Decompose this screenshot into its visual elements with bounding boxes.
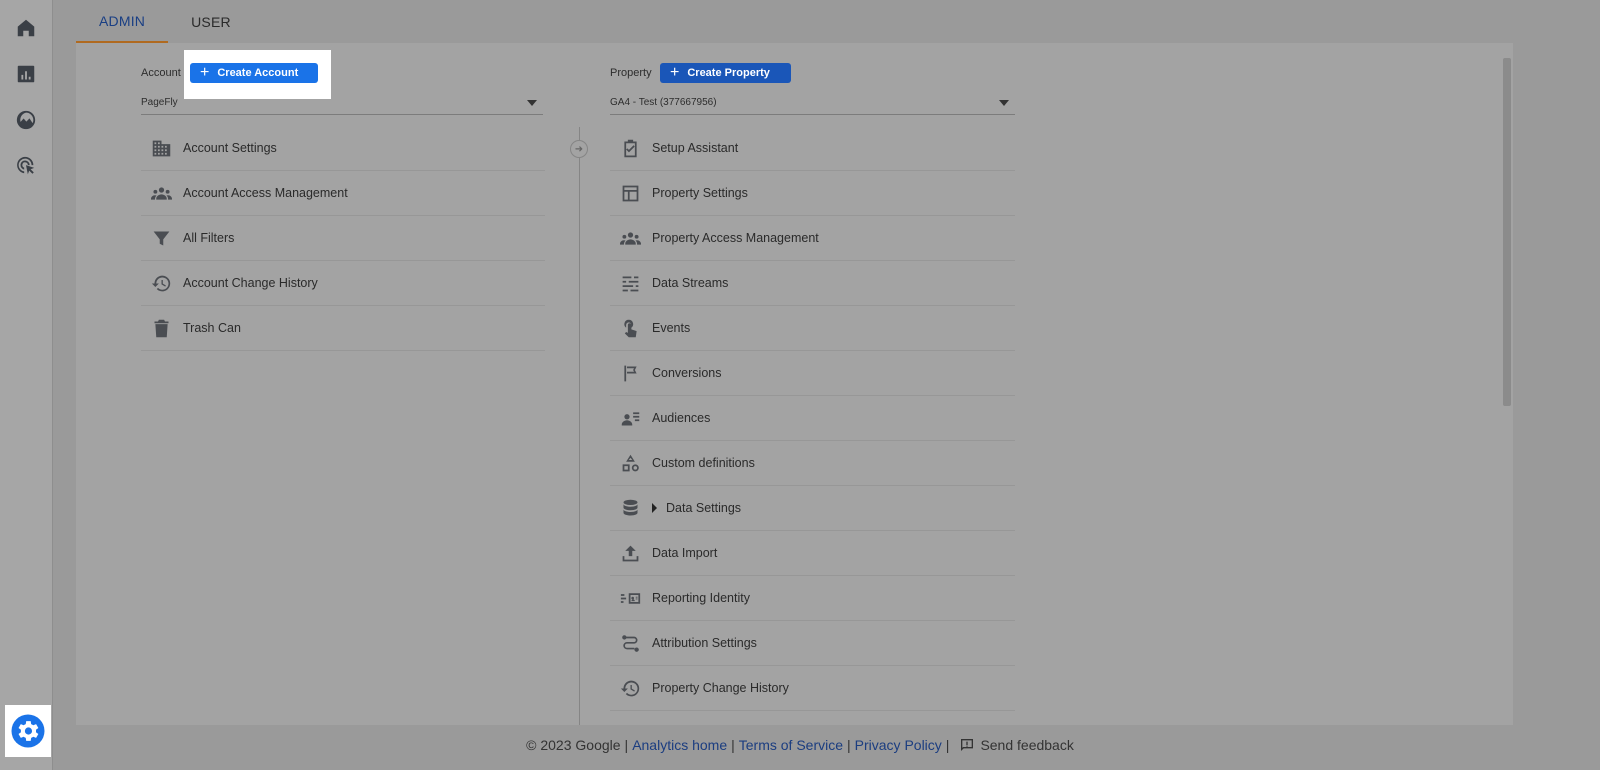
menu-item-label: Property Settings: [652, 186, 748, 200]
menu-item-label: Data Streams: [652, 276, 729, 290]
admin-tabs: ADMIN USER: [76, 0, 254, 43]
feedback-icon: [961, 739, 974, 751]
terms-link[interactable]: Terms of Service: [739, 737, 843, 753]
menu-item-label: Conversions: [652, 366, 722, 380]
flag-icon: [618, 361, 642, 385]
plus-icon: +: [670, 64, 680, 81]
attribution-settings-item[interactable]: Attribution Settings: [610, 621, 1015, 666]
layout-icon: [618, 181, 642, 205]
property-label: Property: [610, 67, 652, 79]
menu-item-label: Events: [652, 321, 691, 335]
dropdown-caret-icon: [527, 99, 537, 106]
analytics-home-link[interactable]: Analytics home: [632, 737, 727, 753]
menu-item-label: Data Import: [652, 546, 718, 560]
footer-separator: |: [624, 737, 629, 753]
dropdown-caret-icon: [999, 99, 1009, 106]
audience-icon: [618, 406, 642, 430]
setup-assistant-item[interactable]: Setup Assistant: [610, 126, 1015, 171]
menu-item-label: Audiences: [652, 411, 711, 425]
property-menu: Setup Assistant Property Settings Proper…: [610, 126, 1015, 711]
history-icon: [618, 676, 642, 700]
audiences-item[interactable]: Audiences: [610, 396, 1015, 441]
property-selector[interactable]: GA4 - Test (377667956): [610, 91, 1015, 115]
people-icon: [149, 181, 173, 205]
page-footer: © 2023 Google | Analytics home | Terms o…: [0, 737, 1600, 753]
menu-item-label: Reporting Identity: [652, 591, 750, 605]
account-change-history-item[interactable]: Account Change History: [141, 261, 545, 306]
trash-can-item[interactable]: Trash Can: [141, 306, 545, 351]
explore-icon[interactable]: [14, 108, 38, 132]
privacy-link[interactable]: Privacy Policy: [855, 737, 942, 753]
advertising-icon[interactable]: [14, 154, 38, 178]
filter-icon: [149, 226, 173, 250]
account-label: Account: [141, 67, 181, 79]
home-icon[interactable]: [14, 16, 38, 40]
account-selected-value: PageFly: [141, 97, 178, 108]
data-streams-item[interactable]: Data Streams: [610, 261, 1015, 306]
menu-item-label: Account Access Management: [183, 186, 348, 200]
upload-icon: [618, 541, 642, 565]
create-property-label: Create Property: [687, 67, 770, 79]
menu-item-label: Custom definitions: [652, 456, 755, 470]
property-access-item[interactable]: Property Access Management: [610, 216, 1015, 261]
property-selected-value: GA4 - Test (377667956): [610, 97, 717, 108]
panel-scrollbar[interactable]: [1503, 58, 1511, 406]
all-filters-item[interactable]: All Filters: [141, 216, 545, 261]
reports-icon[interactable]: [14, 62, 38, 86]
identity-icon: [618, 586, 642, 610]
conversions-item[interactable]: Conversions: [610, 351, 1015, 396]
create-account-button[interactable]: + Create Account: [190, 63, 318, 83]
menu-item-label: Setup Assistant: [652, 141, 739, 155]
menu-item-label: Data Settings: [666, 501, 742, 515]
menu-item-label: Account Settings: [183, 141, 277, 155]
menu-item-label: Attribution Settings: [652, 636, 757, 650]
plus-icon: +: [200, 64, 210, 81]
streams-icon: [618, 271, 642, 295]
account-settings-item[interactable]: Account Settings: [141, 126, 545, 171]
property-settings-item[interactable]: Property Settings: [610, 171, 1015, 216]
people-icon: [618, 226, 642, 250]
arrow-right-icon: ➜: [570, 140, 588, 158]
trash-icon: [149, 316, 173, 340]
property-change-history-item[interactable]: Property Change History: [610, 666, 1015, 711]
tab-user[interactable]: USER: [168, 0, 254, 43]
tab-admin[interactable]: ADMIN: [76, 0, 169, 43]
history-icon: [149, 271, 173, 295]
custom-definitions-item[interactable]: Custom definitions: [610, 441, 1015, 486]
reporting-identity-item[interactable]: Reporting Identity: [610, 576, 1015, 621]
data-settings-item[interactable]: Data Settings: [610, 486, 1015, 531]
menu-item-label: Trash Can: [183, 321, 241, 335]
building-icon: [149, 136, 173, 160]
events-item[interactable]: Events: [610, 306, 1015, 351]
send-feedback-label: Send feedback: [980, 737, 1074, 753]
send-feedback-button[interactable]: Send feedback: [959, 737, 1074, 753]
database-icon: [618, 496, 642, 520]
column-divider: [579, 127, 580, 725]
left-nav-rail: [0, 0, 53, 770]
create-property-button[interactable]: + Create Property: [660, 63, 791, 83]
expand-triangle-icon[interactable]: [652, 503, 657, 513]
touch-icon: [618, 316, 642, 340]
copyright-text: © 2023 Google: [526, 737, 621, 753]
account-selector[interactable]: PageFly: [141, 91, 543, 115]
data-import-item[interactable]: Data Import: [610, 531, 1015, 576]
route-icon: [618, 631, 642, 655]
menu-item-label: Account Change History: [183, 276, 318, 290]
account-access-item[interactable]: Account Access Management: [141, 171, 545, 216]
footer-separator: |: [945, 737, 950, 753]
menu-item-label: Property Change History: [652, 681, 789, 695]
footer-separator: |: [731, 737, 735, 753]
account-menu: Account Settings Account Access Manageme…: [141, 126, 545, 351]
create-account-label: Create Account: [217, 67, 299, 79]
menu-item-label: All Filters: [183, 231, 235, 245]
footer-separator: |: [847, 737, 851, 753]
checkbox-icon: [618, 136, 642, 160]
shapes-icon: [618, 451, 642, 475]
menu-item-label: Property Access Management: [652, 231, 819, 245]
